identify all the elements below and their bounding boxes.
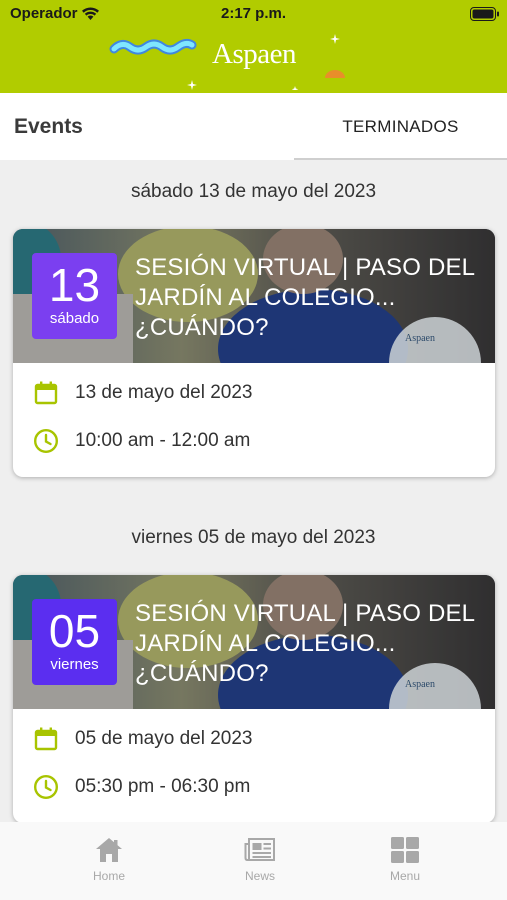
nav-home-label: Home xyxy=(92,869,125,883)
event-time-row: 05:30 pm - 06:30 pm xyxy=(33,772,473,802)
event-group-date: sábado 13 de mayo del 2023 xyxy=(130,181,377,202)
status-bar: Operador 2:17 p.m. xyxy=(0,0,507,28)
grid-icon xyxy=(391,837,419,863)
event-date: 05 de mayo del 2023 xyxy=(75,728,253,749)
nav-home[interactable]: Home xyxy=(59,836,159,883)
event-banner: 05 viernes SESIÓN VIRTUAL | PASO DEL JAR… xyxy=(13,575,495,709)
event-date: 13 de mayo del 2023 xyxy=(75,382,253,403)
event-banner: 13 sábado SESIÓN VIRTUAL | PASO DEL JARD… xyxy=(13,229,495,363)
calendar-icon xyxy=(34,727,58,751)
event-time: 05:30 pm - 06:30 pm xyxy=(75,776,251,797)
nav-menu[interactable]: Menu xyxy=(355,836,455,883)
calendar-icon xyxy=(34,381,58,405)
tab-events[interactable]: Events xyxy=(14,115,83,139)
event-group-date: viernes 05 de mayo del 2023 xyxy=(131,527,376,548)
event-time: 10:00 am - 12:00 am xyxy=(75,430,251,451)
event-card[interactable]: 13 sábado SESIÓN VIRTUAL | PASO DEL JARD… xyxy=(13,229,495,477)
event-time-row: 10:00 am - 12:00 am xyxy=(33,426,473,456)
news-icon xyxy=(244,838,275,861)
nav-news[interactable]: News xyxy=(210,836,310,883)
battery-icon xyxy=(470,7,499,21)
badge-weekday: sábado xyxy=(49,310,100,327)
logo-text: Aspaen xyxy=(212,38,296,70)
nav-menu-label: Menu xyxy=(389,869,421,883)
tab-underline xyxy=(294,158,507,160)
badge-weekday: viernes xyxy=(50,656,99,673)
clock-icon xyxy=(33,428,59,454)
date-badge: 05 viernes xyxy=(32,599,117,685)
badge-day: 13 xyxy=(48,259,101,311)
clock-icon xyxy=(33,774,59,800)
app-header: Operador 2:17 p.m. Aspaen xyxy=(0,0,507,93)
badge-day: 05 xyxy=(48,605,101,657)
date-badge: 13 sábado xyxy=(32,253,117,339)
event-card[interactable]: 05 viernes SESIÓN VIRTUAL | PASO DEL JAR… xyxy=(13,575,495,823)
event-date-row: 13 de mayo del 2023 xyxy=(33,378,473,408)
event-date-row: 05 de mayo del 2023 xyxy=(33,724,473,754)
tab-bar: Events TERMINADOS xyxy=(0,93,507,160)
tab-terminados[interactable]: TERMINADOS xyxy=(294,93,507,160)
nav-news-label: News xyxy=(244,869,275,883)
status-time: 2:17 p.m. xyxy=(220,5,287,22)
bottom-nav: Home News Menu xyxy=(0,822,507,900)
home-icon xyxy=(96,838,122,862)
